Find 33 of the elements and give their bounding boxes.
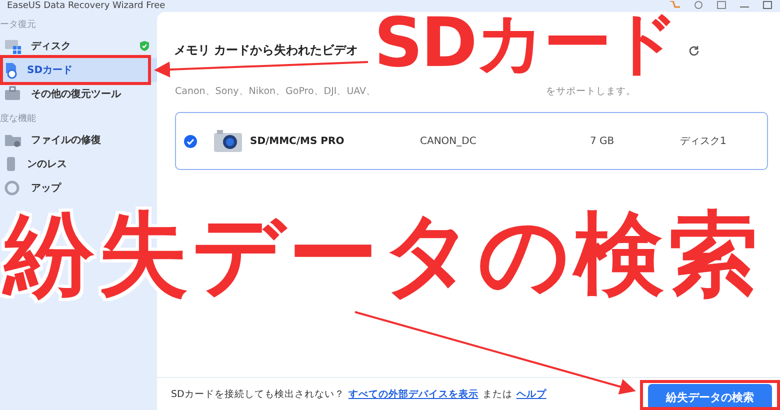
app-title: EaseUS Data Recovery Wizard Free: [7, 1, 166, 11]
page-title: メモリ カードから失われたビデオ: [174, 42, 360, 59]
phone-icon: [4, 156, 18, 172]
checkbox[interactable]: [184, 134, 197, 148]
backup-icon: [4, 180, 22, 196]
device-row[interactable]: SD/MMC/MS PRO CANON_DC 7 GB ディスク1: [175, 112, 768, 170]
sidebar-item[interactable]: SDカード: [0, 58, 157, 82]
sidebar-item[interactable]: ファイルの修復: [0, 128, 157, 152]
sidebar-item[interactable]: その他の復元ツール: [0, 82, 157, 106]
section-label: ータ復元: [0, 18, 37, 30]
device-name: SD/MMC/MS PRO: [250, 136, 346, 146]
folder-icon: [4, 132, 22, 148]
sidebar-item[interactable]: アップ: [0, 176, 157, 200]
refresh-icon[interactable]: [688, 44, 700, 56]
sidebar-item[interactable]: ディスク: [0, 34, 157, 58]
sidebar-item[interactable]: ンのレス: [0, 152, 157, 176]
device-label: CANON_DC: [420, 136, 478, 146]
maximize-icon[interactable]: [763, 1, 772, 9]
toolbox-icon: [4, 86, 22, 102]
headline-text: SDカード: [374, 10, 678, 78]
support-text: をサポートします。: [546, 85, 636, 98]
section-label: 度な機能: [0, 112, 37, 124]
support-text: Canon、Sony、Nikon、GoPro、DJI、UAV、: [175, 85, 376, 98]
help-link[interactable]: ヘルプ: [516, 388, 546, 400]
caption-text: 紛失データの検索: [4, 210, 762, 300]
hint-text: または: [482, 388, 512, 400]
camera-icon: [214, 129, 242, 153]
disk-number: ディスク1: [680, 135, 728, 148]
sd-card-icon: [4, 62, 18, 78]
hint-text: SDカードを接続しても検出されない？: [171, 388, 344, 400]
disk-icon: [4, 38, 22, 54]
device-size: 7 GB: [590, 136, 616, 146]
show-devices-link[interactable]: すべての外部デバイスを表示: [348, 388, 478, 400]
